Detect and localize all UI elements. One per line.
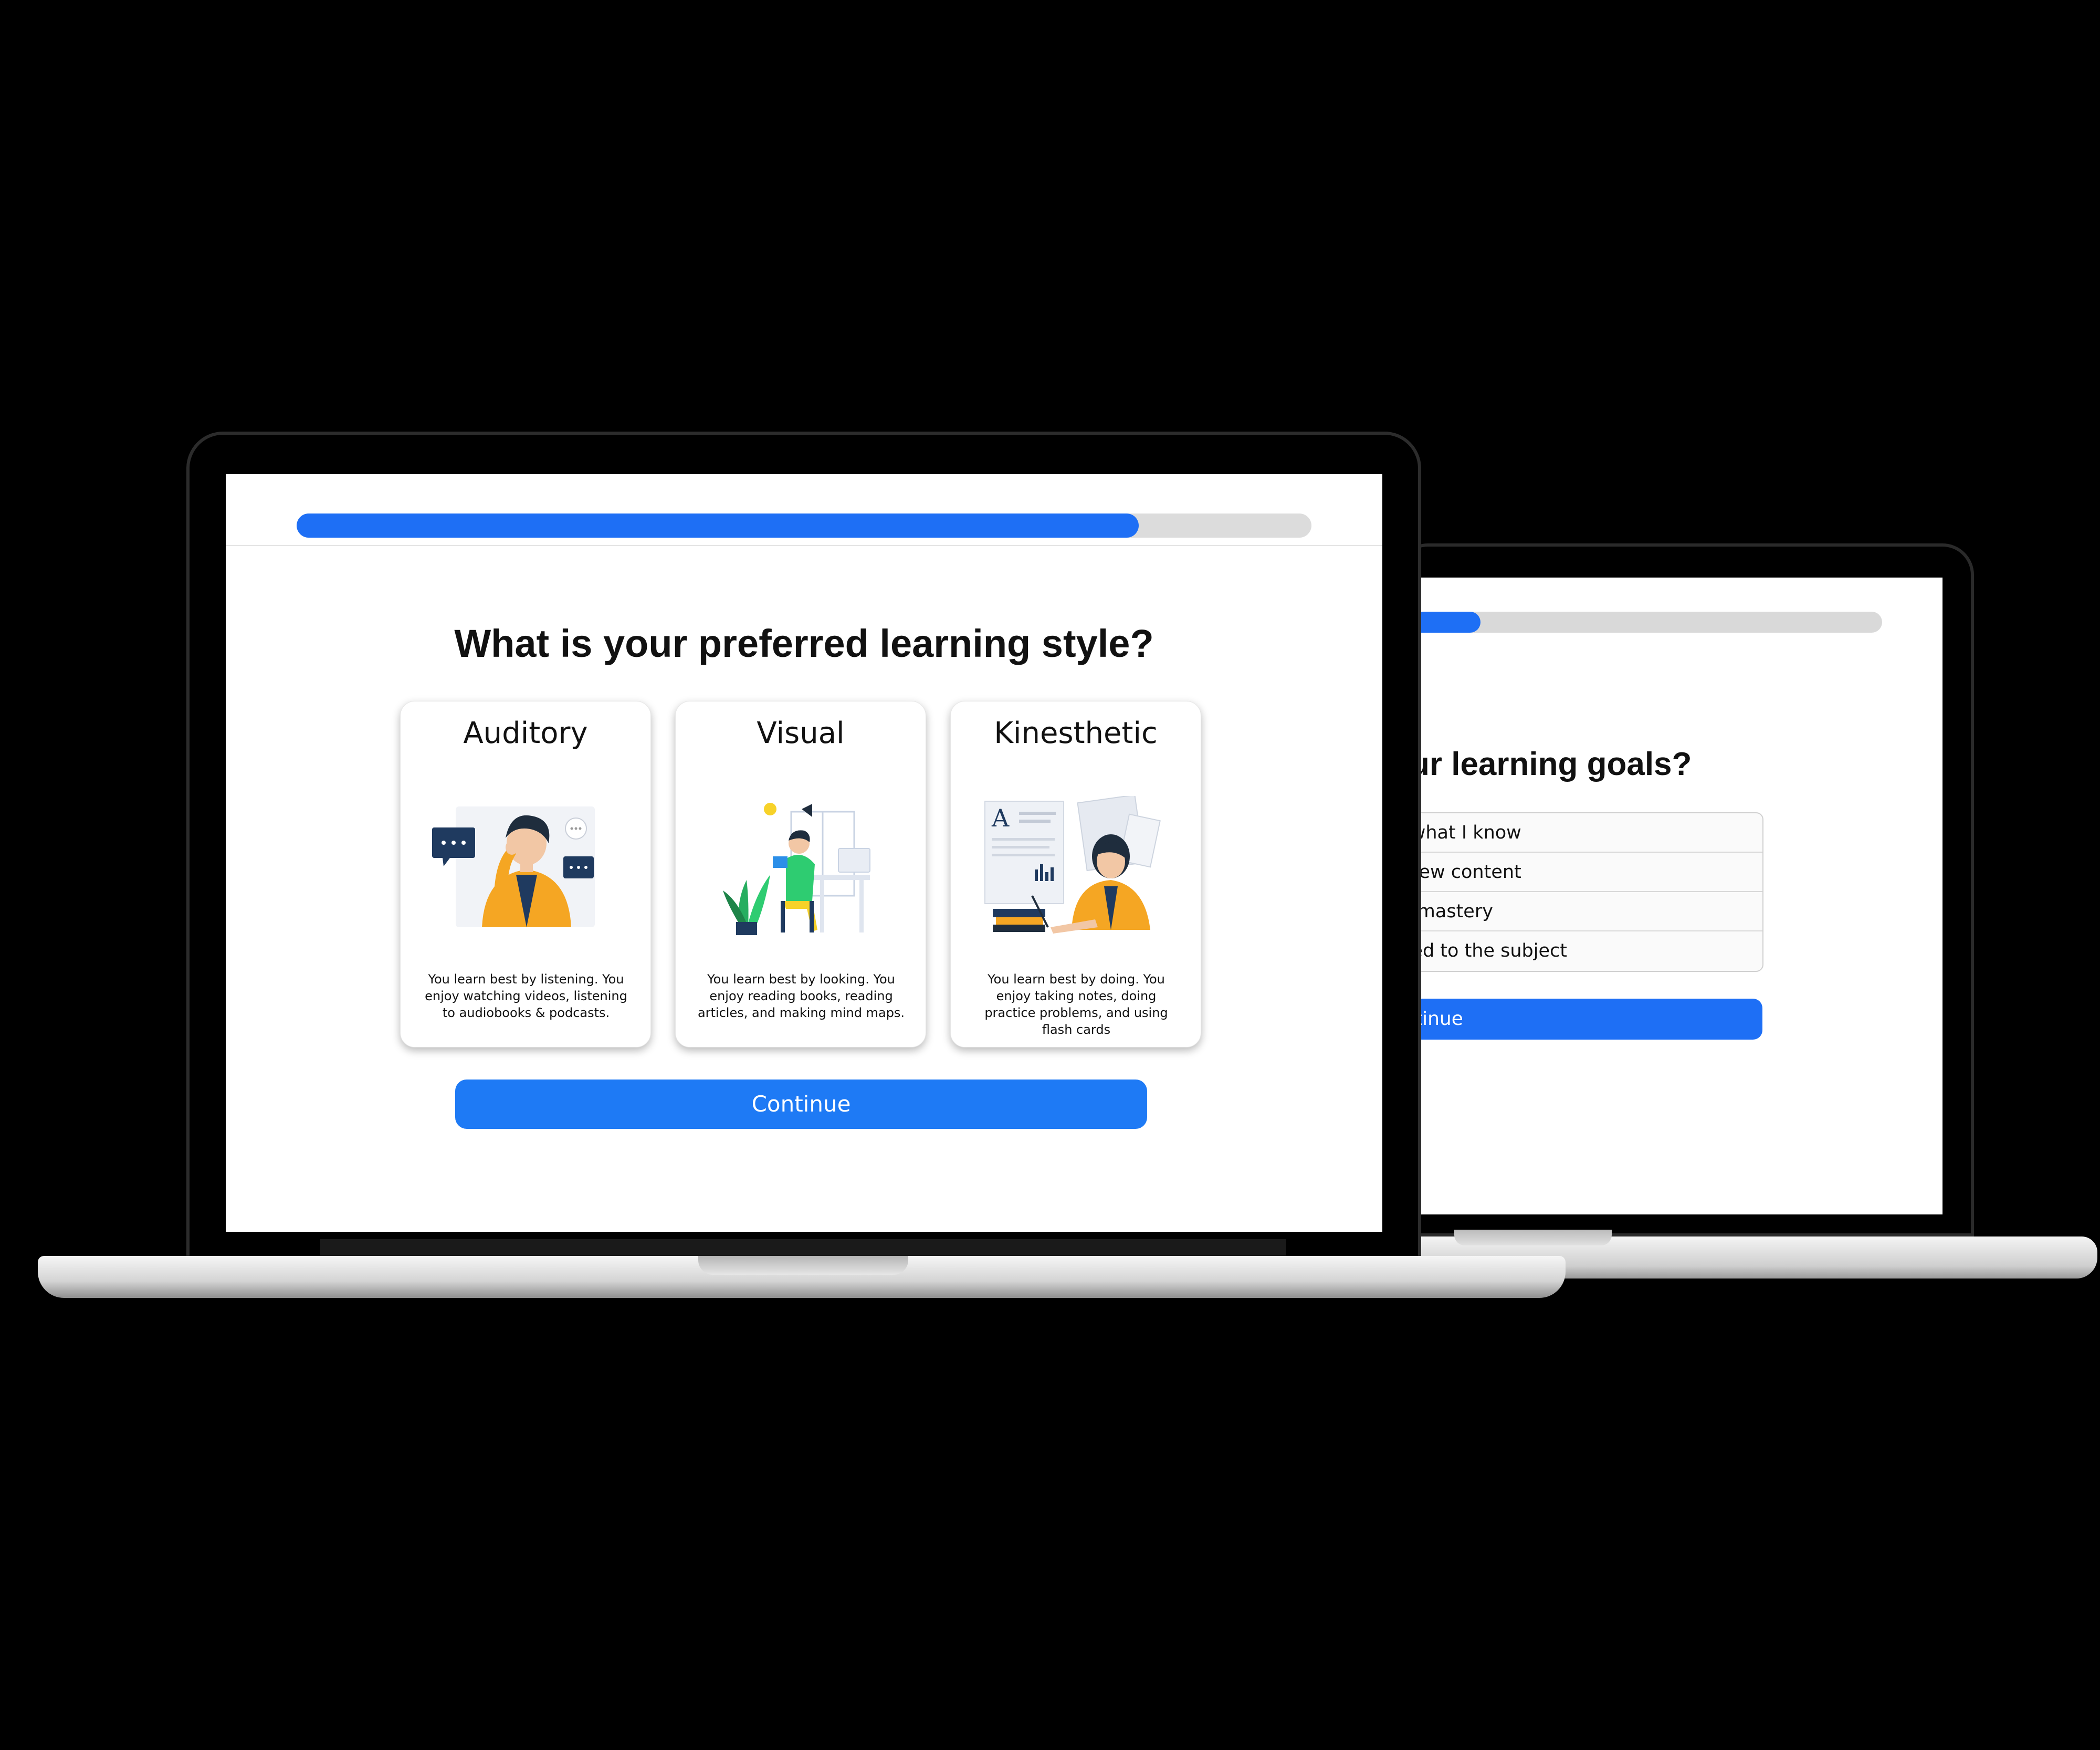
goal-option[interactable]: uced to the subject — [1420, 931, 1762, 971]
progress-bar — [297, 514, 1311, 538]
goal-option[interactable]: n new content — [1420, 853, 1762, 892]
person-taking-notes-illustration: A — [984, 796, 1161, 934]
back-continue-label: Continue — [1420, 1008, 1463, 1030]
front-laptop-hinge — [320, 1239, 1286, 1257]
card-title: Kinesthetic — [994, 716, 1158, 750]
question-title: What is your preferred learning style? — [454, 622, 1154, 665]
card-description: You learn best by doing. You enjoy takin… — [984, 972, 1168, 1037]
goal-option[interactable]: w what I know — [1420, 813, 1762, 853]
card-title: Visual — [757, 716, 845, 750]
card-description: You learn best by listening. You enjoy w… — [425, 972, 627, 1020]
person-reading-illustration — [723, 803, 870, 935]
person-listening-illustration — [432, 806, 595, 927]
svg-text:A: A — [991, 804, 1010, 832]
back-goal-options: w what I know n new content ild mastery … — [1420, 812, 1763, 972]
back-laptop-screen: ur learning goals? w what I know n new c… — [1420, 578, 1942, 1214]
card-title: Auditory — [463, 716, 588, 750]
learning-style-card-visual[interactable]: Visual You learn best by looking. You en… — [675, 701, 926, 1047]
front-laptop-screen: What is your preferred learning style? A… — [226, 474, 1382, 1232]
front-laptop-notch — [698, 1256, 908, 1275]
back-continue-button[interactable]: Continue — [1420, 999, 1762, 1040]
goal-option[interactable]: ild mastery — [1420, 892, 1762, 931]
learning-style-card-auditory[interactable]: Auditory You learn best by listening. Yo… — [400, 701, 651, 1047]
back-progress-bar — [1420, 612, 1882, 633]
back-progress-fill — [1420, 612, 1480, 633]
continue-button[interactable]: Continue — [455, 1080, 1147, 1129]
progress-fill — [297, 514, 1139, 538]
back-laptop-notch — [1454, 1230, 1612, 1245]
learning-style-card-kinesthetic[interactable]: Kinesthetic A You learn best by doing. Y… — [950, 701, 1201, 1047]
card-description: You learn best by looking. You enjoy rea… — [697, 972, 905, 1020]
back-question-title: ur learning goals? — [1420, 746, 1692, 782]
